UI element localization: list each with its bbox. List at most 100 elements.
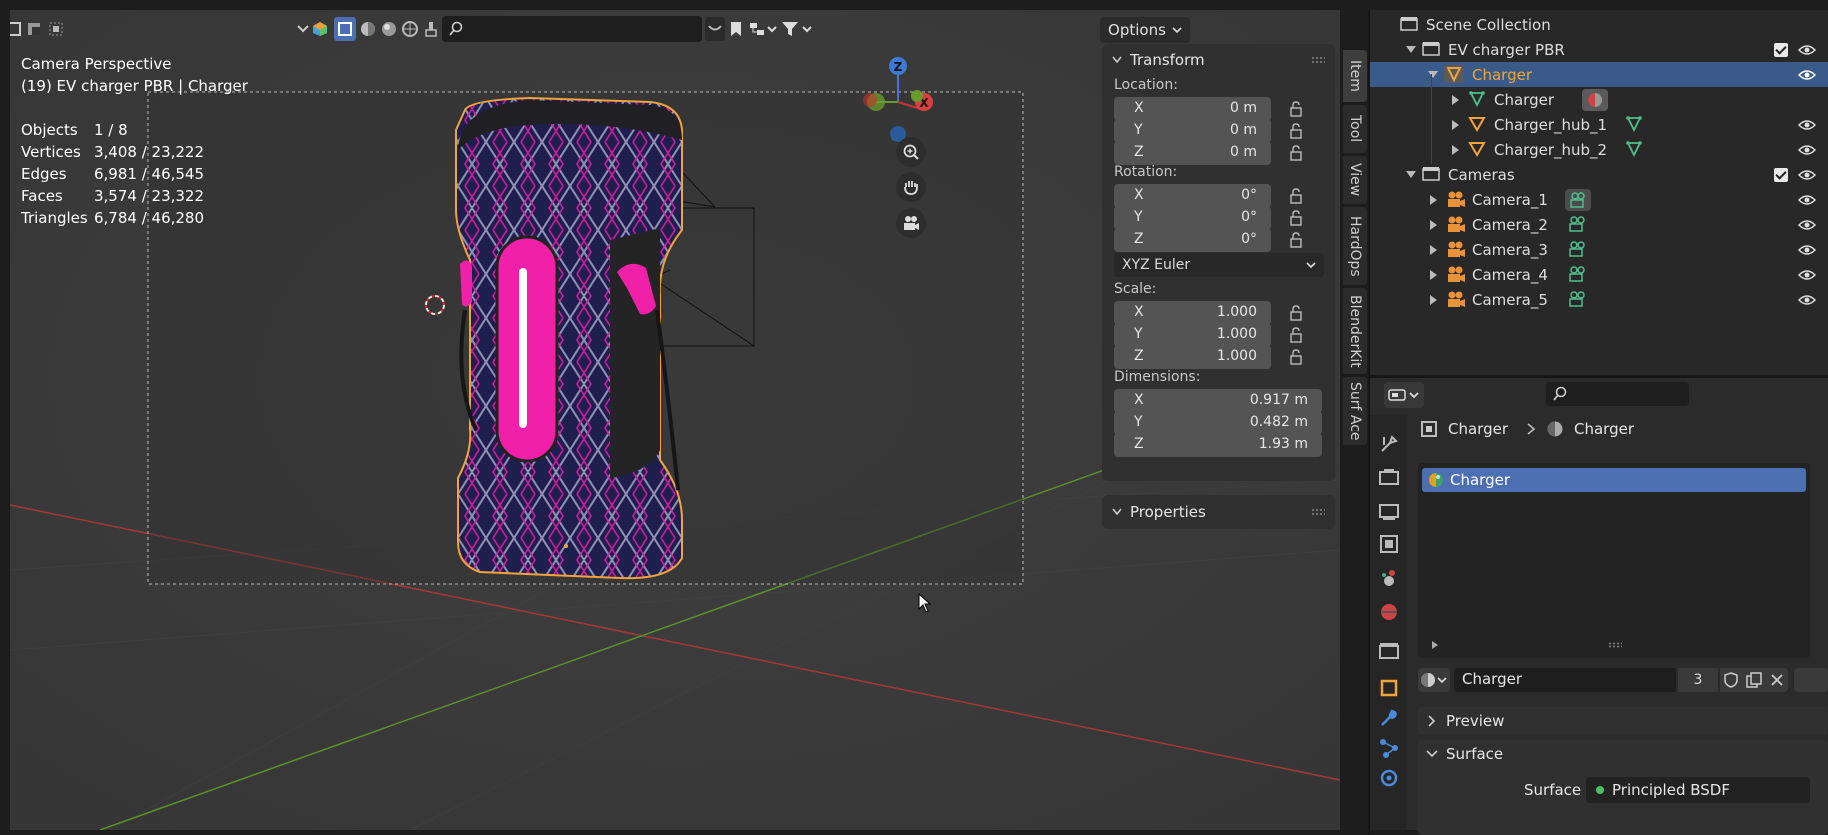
transform-panel-header[interactable]: Transform	[1102, 44, 1335, 76]
outliner-row-charger-mesh[interactable]: Charger	[1370, 87, 1828, 112]
properties-search-input[interactable]	[1546, 382, 1689, 406]
lock-icon[interactable]	[1289, 188, 1309, 204]
eye-icon[interactable]	[1798, 294, 1816, 306]
tool-settings-icon[interactable]	[1378, 433, 1400, 455]
tab-view[interactable]: View	[1343, 156, 1367, 204]
expand-icon[interactable]	[1452, 145, 1459, 155]
eye-icon[interactable]	[1798, 194, 1816, 206]
expand-icon[interactable]	[1406, 171, 1416, 178]
expand-icon[interactable]	[1406, 46, 1416, 53]
preview-section-header[interactable]: Preview	[1418, 707, 1828, 735]
camera-data-icon[interactable]	[1568, 290, 1588, 310]
exclude-checkbox[interactable]	[1774, 43, 1788, 57]
modifier-icon[interactable]	[1378, 707, 1400, 729]
paint-brush-icon[interactable]	[421, 17, 441, 41]
navigation-gizmo[interactable]: Z X	[860, 50, 940, 150]
viewport-search-input[interactable]	[442, 16, 702, 42]
outliner-row-charger-object[interactable]: Charger	[1370, 62, 1828, 87]
drag-handle-icon[interactable]	[1311, 56, 1325, 64]
breadcrumb-object[interactable]: Charger	[1448, 420, 1508, 438]
scale-z-field[interactable]: Z 1.000	[1114, 345, 1271, 369]
area-divider[interactable]	[1368, 10, 1370, 835]
outliner-row-camera-4[interactable]: Camera_4	[1370, 262, 1828, 287]
tab-item[interactable]: Item	[1343, 50, 1367, 102]
solid-shading-icon[interactable]	[358, 17, 378, 41]
lock-icon[interactable]	[1289, 327, 1309, 343]
eye-icon[interactable]	[1798, 44, 1816, 56]
rotation-x-field[interactable]: X 0°	[1114, 184, 1271, 208]
drag-handle-icon[interactable]	[1311, 508, 1325, 516]
lock-icon[interactable]	[1289, 210, 1309, 226]
breadcrumb-material[interactable]: Charger	[1574, 420, 1634, 438]
resize-handle-icon[interactable]	[1608, 642, 1622, 648]
scale-x-field[interactable]: X 1.000	[1114, 301, 1271, 325]
pan-button[interactable]	[896, 172, 926, 202]
collection-props-icon[interactable]	[1378, 640, 1400, 662]
select-extend-icon[interactable]	[24, 17, 44, 41]
material-name-field[interactable]: Charger	[1454, 668, 1676, 692]
exclude-checkbox[interactable]	[1774, 168, 1788, 182]
object-props-icon[interactable]	[1378, 677, 1400, 699]
lock-icon[interactable]	[1289, 232, 1309, 248]
tab-blenderkit[interactable]: BlenderKit	[1343, 288, 1367, 374]
world-icon[interactable]	[1378, 601, 1400, 623]
outliner-row-camera-5[interactable]: Camera_5	[1370, 287, 1828, 312]
outliner-row-charger-hub-1[interactable]: Charger_hub_1	[1370, 112, 1828, 137]
expand-icon[interactable]	[1430, 220, 1437, 230]
select-box-icon[interactable]	[334, 17, 356, 41]
physics-icon[interactable]	[1378, 767, 1400, 789]
select-subtract-icon[interactable]	[46, 17, 66, 41]
outliner-row-ev-charger-collection[interactable]: EV charger PBR	[1370, 37, 1828, 62]
eye-icon[interactable]	[1798, 119, 1816, 131]
close-icon[interactable]	[1770, 673, 1784, 687]
hierarchy-icon[interactable]	[748, 17, 778, 41]
material-icon[interactable]	[1582, 89, 1608, 111]
camera-data-icon[interactable]	[1568, 265, 1588, 285]
zoom-button[interactable]	[896, 137, 926, 167]
rotation-z-field[interactable]: Z 0°	[1114, 228, 1271, 252]
dimension-z-field[interactable]: Z 1.93 m	[1114, 433, 1322, 457]
location-y-field[interactable]: Y 0 m	[1114, 119, 1271, 143]
outliner-row-camera-1[interactable]: Camera_1	[1370, 187, 1828, 212]
outliner-row-camera-2[interactable]: Camera_2	[1370, 212, 1828, 237]
lock-icon[interactable]	[1289, 145, 1309, 161]
location-x-field[interactable]: X 0 m	[1114, 97, 1271, 121]
fake-user-shield-icon[interactable]	[1724, 672, 1738, 688]
rotation-y-field[interactable]: Y 0°	[1114, 206, 1271, 230]
select-mode-icon[interactable]	[10, 17, 24, 41]
outliner-row-scene-collection[interactable]: Scene Collection	[1370, 12, 1828, 37]
lock-icon[interactable]	[1289, 123, 1309, 139]
surface-section-title[interactable]: Surface	[1446, 745, 1503, 763]
eye-icon[interactable]	[1798, 169, 1816, 181]
xray-icon[interactable]	[310, 17, 330, 41]
camera-data-icon[interactable]	[1568, 215, 1588, 235]
outliner-row-charger-hub-2[interactable]: Charger_hub_2	[1370, 137, 1828, 162]
duplicate-icon[interactable]	[1746, 672, 1762, 688]
editor-type-dropdown[interactable]	[1384, 382, 1424, 408]
particles-icon[interactable]	[1378, 737, 1400, 759]
outliner-row-camera-3[interactable]: Camera_3	[1370, 237, 1828, 262]
expand-icon[interactable]	[1430, 195, 1437, 205]
link-dropdown[interactable]	[1794, 668, 1828, 692]
dimension-y-field[interactable]: Y 0.482 m	[1114, 411, 1322, 435]
browse-material-button[interactable]	[1418, 668, 1450, 692]
expand-icon[interactable]	[1430, 270, 1437, 280]
dimension-x-field[interactable]: X 0.917 m	[1114, 389, 1322, 413]
material-preview-icon[interactable]	[379, 17, 399, 41]
collapse-icon[interactable]	[705, 17, 725, 41]
view-layer-icon[interactable]	[1378, 533, 1400, 555]
tab-tool[interactable]: Tool	[1343, 105, 1367, 153]
outliner-row-cameras-collection[interactable]: Cameras	[1370, 162, 1828, 187]
eye-icon[interactable]	[1798, 244, 1816, 256]
expand-icon[interactable]	[1430, 295, 1437, 305]
eye-icon[interactable]	[1798, 219, 1816, 231]
chevron-down-icon[interactable]	[1426, 750, 1438, 758]
user-count-badge[interactable]: 3	[1678, 668, 1718, 692]
bookmark-icon[interactable]	[726, 17, 746, 41]
properties-panel-header[interactable]: Properties	[1102, 496, 1335, 528]
tab-surf-ace[interactable]: Surf Ace	[1343, 377, 1367, 445]
filter-icon[interactable]	[780, 17, 814, 41]
render-icon[interactable]	[1378, 467, 1400, 489]
lock-icon[interactable]	[1289, 305, 1309, 321]
material-slot-item[interactable]: Charger	[1422, 468, 1806, 492]
